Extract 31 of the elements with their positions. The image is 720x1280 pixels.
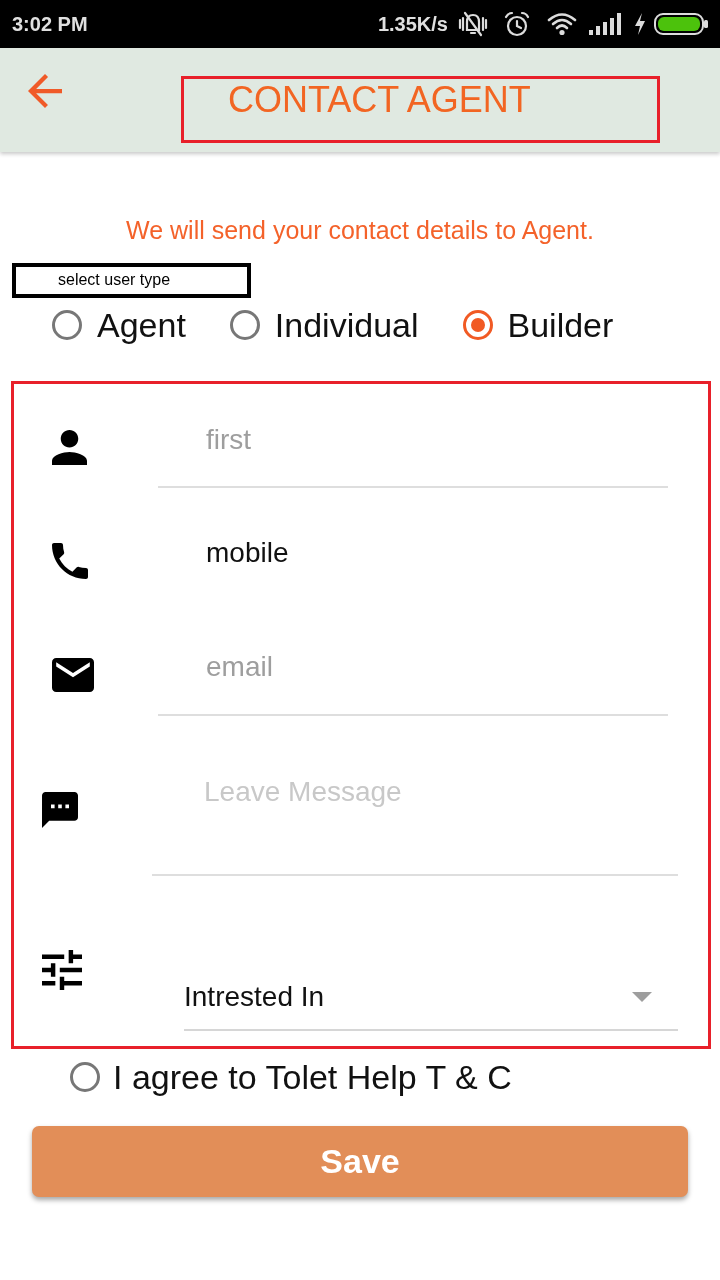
battery-icon xyxy=(654,13,708,35)
user-type-option[interactable]: Builder xyxy=(462,305,614,345)
alarm-clock-icon xyxy=(504,11,530,37)
person-icon xyxy=(52,430,87,465)
input-field[interactable]: mobile xyxy=(158,535,668,571)
radio-button[interactable] xyxy=(229,310,260,340)
phone-icon xyxy=(52,543,88,579)
user-type-option[interactable]: Individual xyxy=(229,305,419,345)
network-speed: 1.35K/s xyxy=(377,12,448,36)
screen-title: CONTACT AGENT xyxy=(227,79,532,121)
muted-bell-icon xyxy=(458,10,488,38)
caret-icon xyxy=(632,992,652,1002)
status-time: 3:02 PM xyxy=(12,12,88,36)
back-button[interactable] xyxy=(28,74,62,108)
input-field[interactable]: first xyxy=(158,404,668,488)
notice-text: We will send your contact details to Agent. xyxy=(125,215,595,245)
chat-bubble-icon xyxy=(42,792,78,828)
wifi-icon xyxy=(547,12,577,36)
sliders-icon xyxy=(42,950,82,990)
input-field[interactable]: email xyxy=(158,630,668,716)
radio-button[interactable] xyxy=(70,1062,100,1092)
charging-bolt-icon xyxy=(635,13,645,35)
radio-button[interactable] xyxy=(462,310,493,340)
user-type-option[interactable]: Agent xyxy=(52,305,186,345)
dropdown[interactable]: Intrested In xyxy=(184,963,678,1031)
annotation-label: select user type xyxy=(12,263,251,298)
agreement-option[interactable]: I agree to Tolet Help T & C xyxy=(70,1057,512,1097)
envelope-icon xyxy=(52,658,94,692)
signal-bars-icon xyxy=(589,13,621,35)
radio-button[interactable] xyxy=(52,310,82,340)
back-arrow-icon xyxy=(28,74,62,108)
